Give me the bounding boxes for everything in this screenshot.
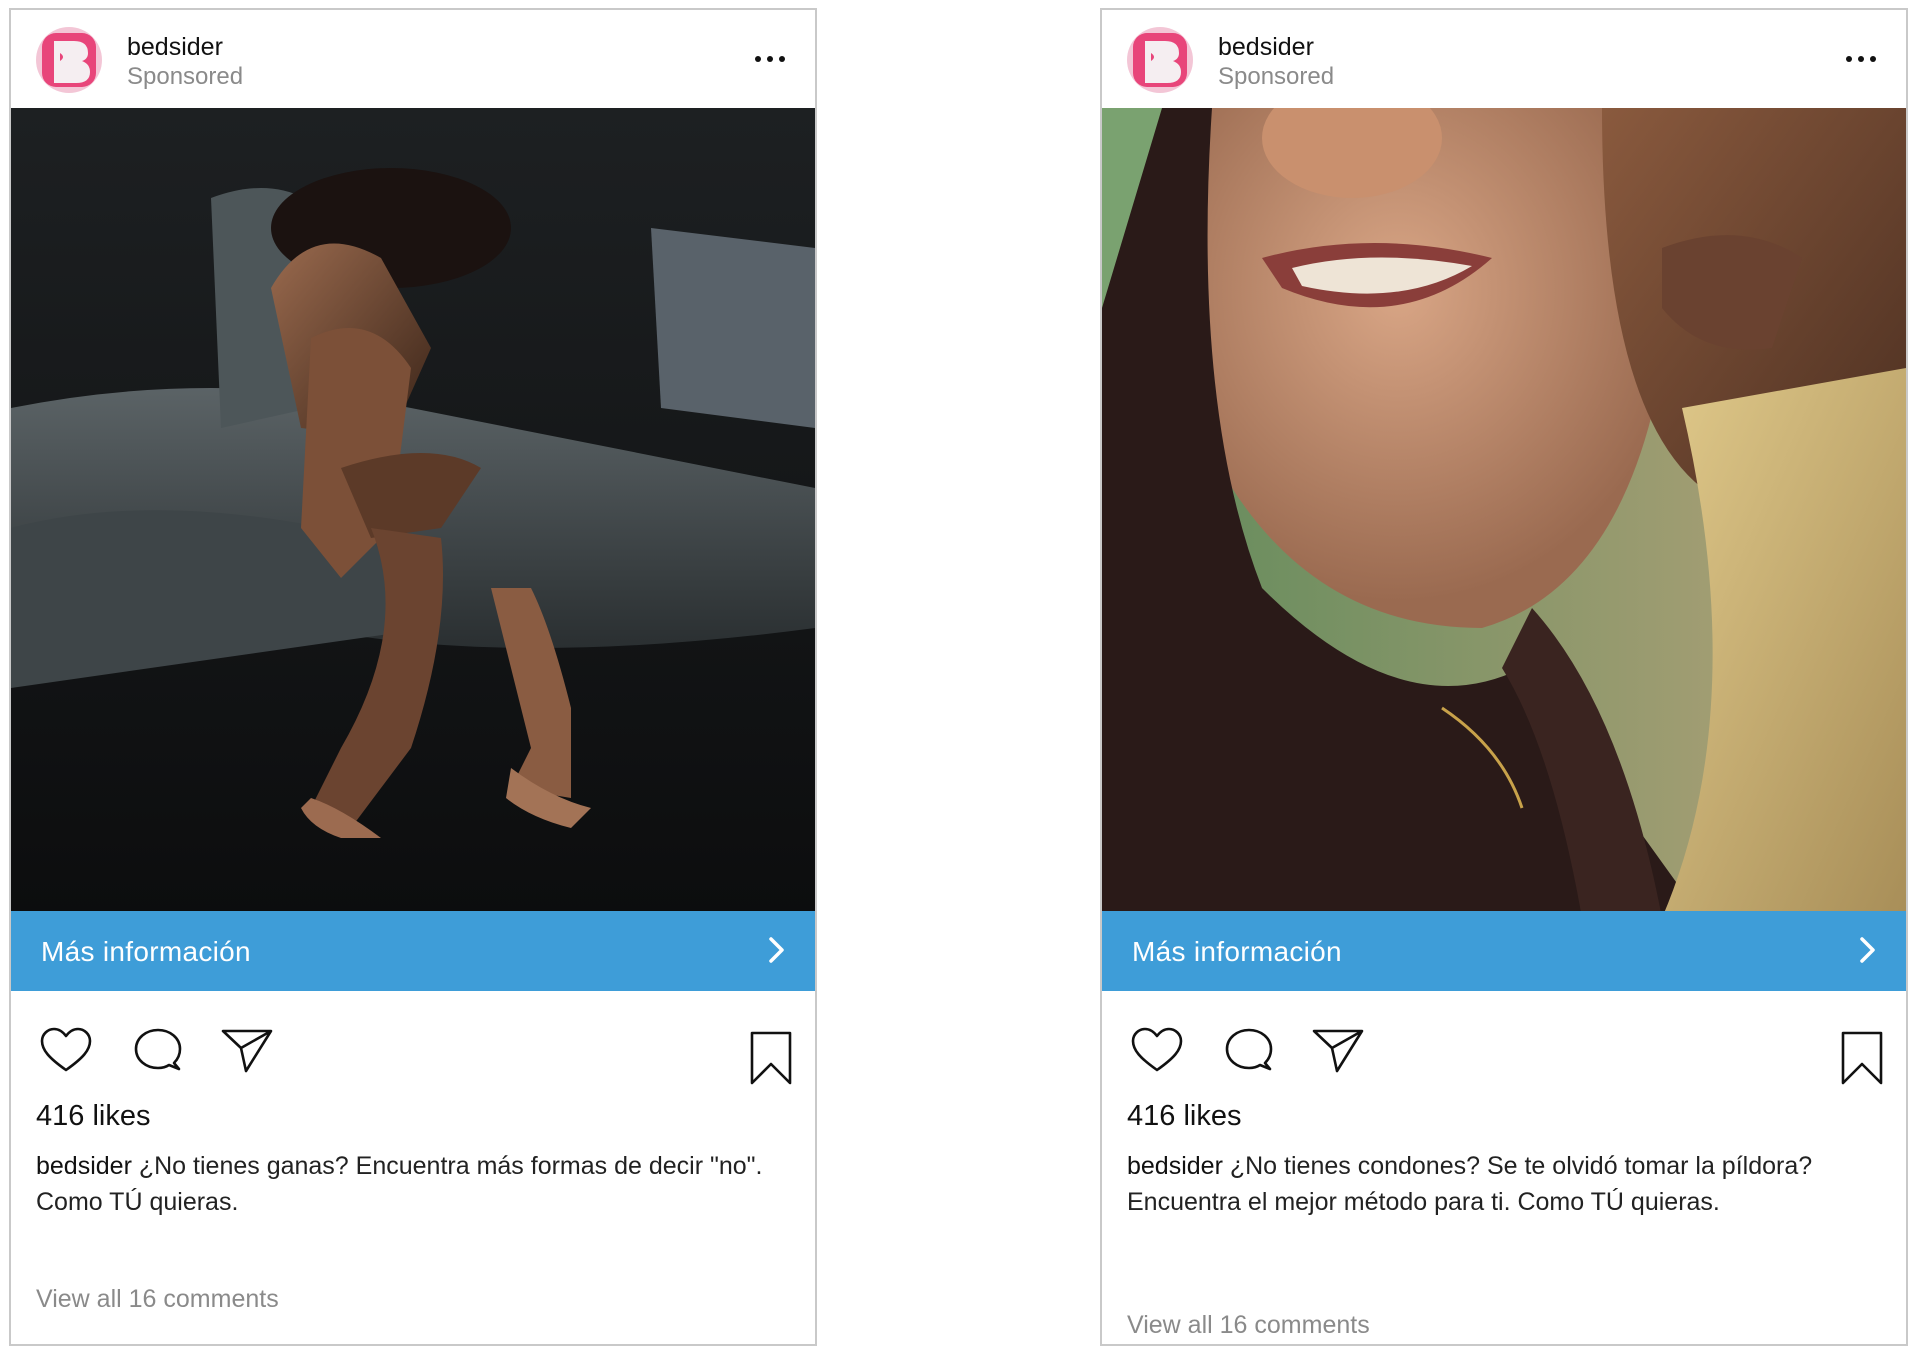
sponsored-label: Sponsored — [127, 63, 244, 90]
more-options-icon[interactable] — [753, 54, 787, 64]
caption-text-line1: ¿No tienes condones? Se te olvidó tomar … — [1229, 1152, 1813, 1180]
heart-icon[interactable] — [39, 1026, 93, 1074]
action-bar — [11, 1020, 815, 1090]
post-image[interactable] — [1102, 108, 1906, 918]
view-comments-link[interactable]: View all 16 comments — [1127, 1311, 1370, 1340]
view-comments-link[interactable]: View all 16 comments — [36, 1285, 279, 1314]
account-name[interactable]: bedsider — [127, 33, 223, 62]
post-caption: bedsider ¿No tienes condones? Se te olvi… — [1127, 1148, 1887, 1220]
send-icon[interactable] — [1311, 1026, 1365, 1074]
instagram-ad-post-2: bedsider Sponsored Más información 416 l… — [1100, 8, 1908, 1346]
bookmark-icon[interactable] — [1840, 1030, 1884, 1086]
caption-text-line2: Encuentra el mejor método para ti. Como … — [1127, 1188, 1720, 1216]
post-header: bedsider Sponsored — [11, 10, 815, 108]
bedsider-logo-avatar[interactable] — [1127, 27, 1193, 93]
instagram-ad-post-1: bedsider Sponsored Más información 416 l… — [9, 8, 817, 1346]
chevron-right-icon — [769, 937, 784, 963]
account-name[interactable]: bedsider — [1218, 33, 1314, 62]
likes-count[interactable]: 416 likes — [36, 1100, 150, 1133]
caption-username[interactable]: bedsider — [1127, 1152, 1223, 1180]
bedsider-logo-avatar[interactable] — [36, 27, 102, 93]
caption-username[interactable]: bedsider — [36, 1152, 132, 1180]
post-header: bedsider Sponsored — [1102, 10, 1906, 108]
bookmark-icon[interactable] — [749, 1030, 793, 1086]
cta-label: Más información — [1132, 936, 1342, 967]
sponsored-label: Sponsored — [1218, 63, 1335, 90]
photo-couple-smiling-icon — [1102, 108, 1906, 918]
comment-icon[interactable] — [133, 1026, 183, 1074]
send-icon[interactable] — [220, 1026, 274, 1074]
post-caption: bedsider ¿No tienes ganas? Encuentra más… — [36, 1148, 796, 1220]
heart-icon[interactable] — [1130, 1026, 1184, 1074]
chevron-right-icon — [1860, 937, 1875, 963]
likes-count[interactable]: 416 likes — [1127, 1100, 1241, 1133]
learn-more-button[interactable]: Más información — [1102, 911, 1906, 991]
comment-icon[interactable] — [1224, 1026, 1274, 1074]
caption-text-line2: Como TÚ quieras. — [36, 1188, 239, 1216]
photo-person-sitting-on-bed-icon — [11, 108, 815, 918]
action-bar — [1102, 1020, 1906, 1090]
more-options-icon[interactable] — [1844, 54, 1878, 64]
learn-more-button[interactable]: Más información — [11, 911, 815, 991]
post-image[interactable] — [11, 108, 815, 918]
cta-label: Más información — [41, 936, 251, 967]
caption-text-line1: ¿No tienes ganas? Encuentra más formas d… — [138, 1152, 763, 1180]
